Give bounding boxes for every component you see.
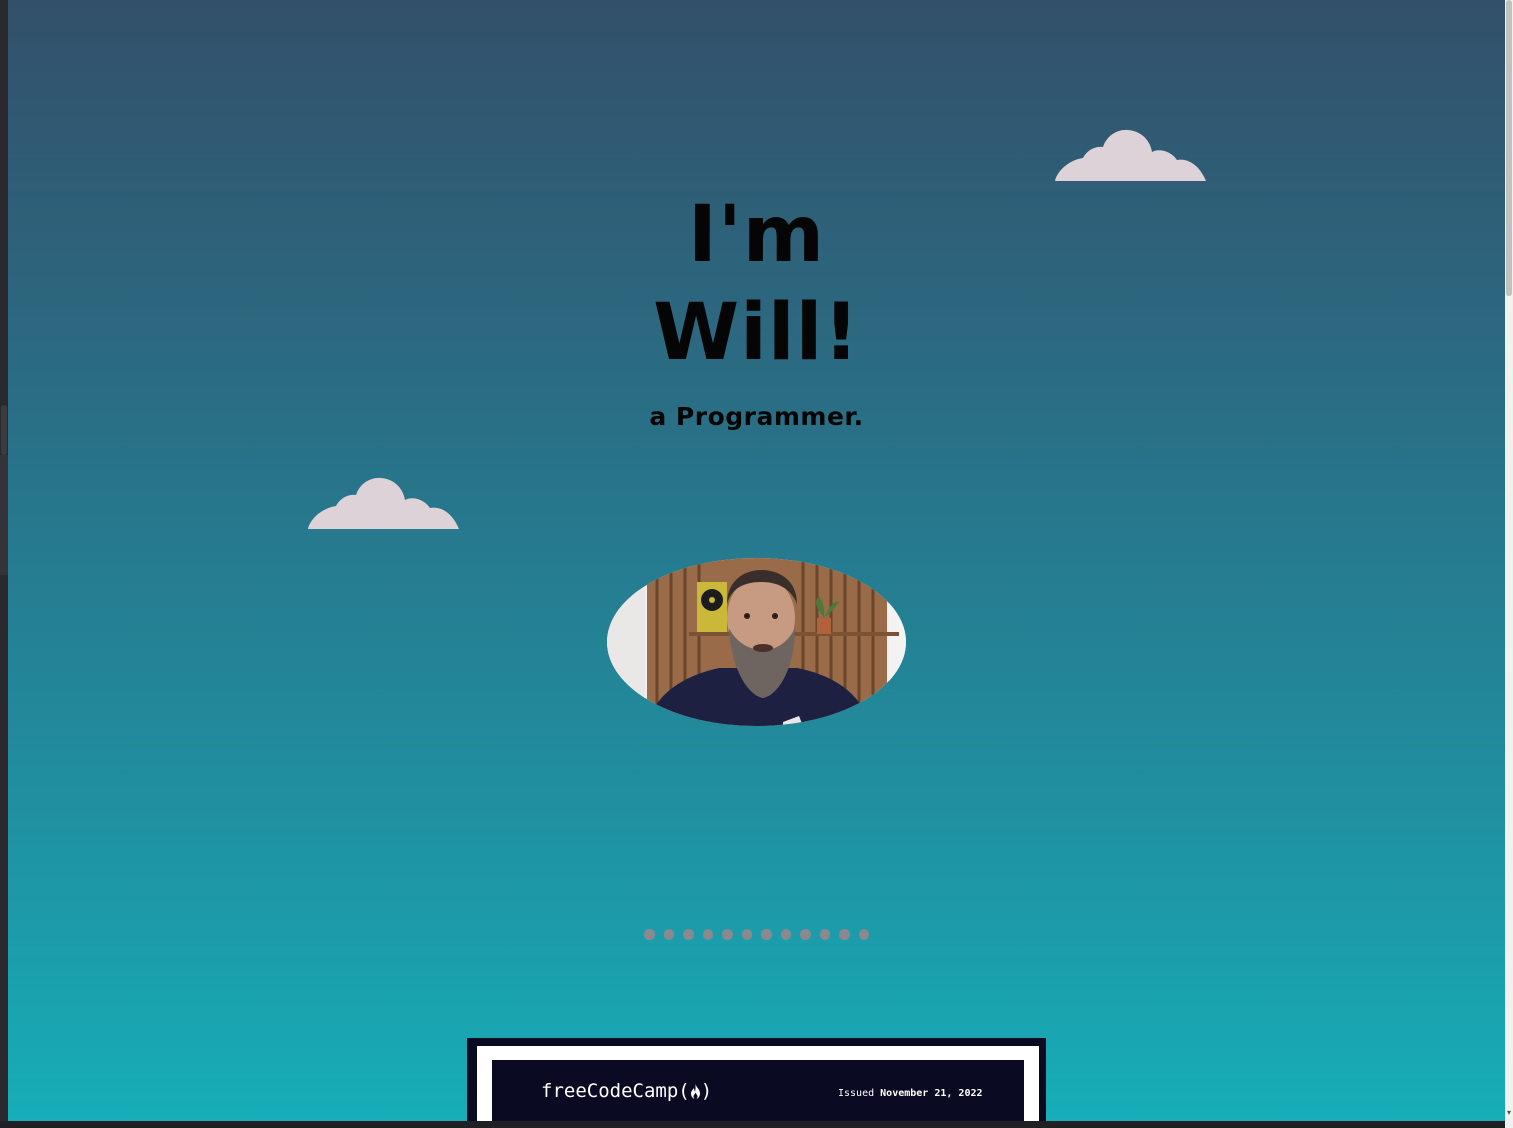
certificate-issued: Issued November 21, 2022: [838, 1088, 983, 1099]
carousel-dot[interactable]: [780, 929, 791, 940]
hero-tagline: a Programmer.: [649, 402, 864, 431]
hero-title-line1: I'm: [687, 190, 826, 280]
carousel-dot[interactable]: [683, 929, 694, 940]
scrollbar-thumb[interactable]: [1506, 0, 1512, 296]
edge-handle: [1, 405, 7, 455]
vertical-scrollbar[interactable]: ▾: [1505, 0, 1513, 1128]
freecodecamp-logo: freeCodeCamp(): [541, 1080, 712, 1102]
carousel-dot[interactable]: [644, 929, 655, 940]
certificate-card: freeCodeCamp() Issued November 21, 2022: [467, 1038, 1046, 1121]
logo-text: freeCodeCamp(: [541, 1080, 690, 1102]
edge-panel: [0, 455, 8, 575]
carousel-dots: [8, 929, 1505, 941]
profile-photo: [607, 558, 906, 726]
page-viewport: I'm Will! a Programmer. freeCodeCamp() …: [8, 0, 1505, 1121]
carousel-dot[interactable]: [800, 929, 811, 940]
window-left-edge: [0, 0, 8, 1128]
scroll-down-arrow-icon[interactable]: ▾: [1505, 1108, 1513, 1118]
avatar: [607, 558, 906, 726]
carousel-dot[interactable]: [722, 929, 733, 940]
hero-title-line2: Will!: [653, 288, 860, 378]
carousel-dot[interactable]: [761, 929, 772, 940]
flame-icon: [690, 1084, 700, 1099]
cloud-icon: [308, 477, 459, 529]
carousel-dot[interactable]: [702, 929, 713, 940]
certificate-border: freeCodeCamp() Issued November 21, 2022: [477, 1046, 1039, 1121]
certificate-body: freeCodeCamp() Issued November 21, 2022: [492, 1060, 1024, 1121]
carousel-dot[interactable]: [839, 929, 850, 940]
issued-label: Issued: [838, 1088, 875, 1099]
cloud-icon: [1055, 129, 1206, 181]
carousel-dot[interactable]: [663, 929, 674, 940]
window-bottom-edge: [0, 1121, 1505, 1128]
issued-date: November 21, 2022: [880, 1088, 983, 1099]
carousel-dot[interactable]: [741, 929, 752, 940]
carousel-dot[interactable]: [819, 929, 830, 940]
carousel-dot[interactable]: [858, 929, 869, 940]
logo-close-paren: ): [700, 1080, 713, 1102]
